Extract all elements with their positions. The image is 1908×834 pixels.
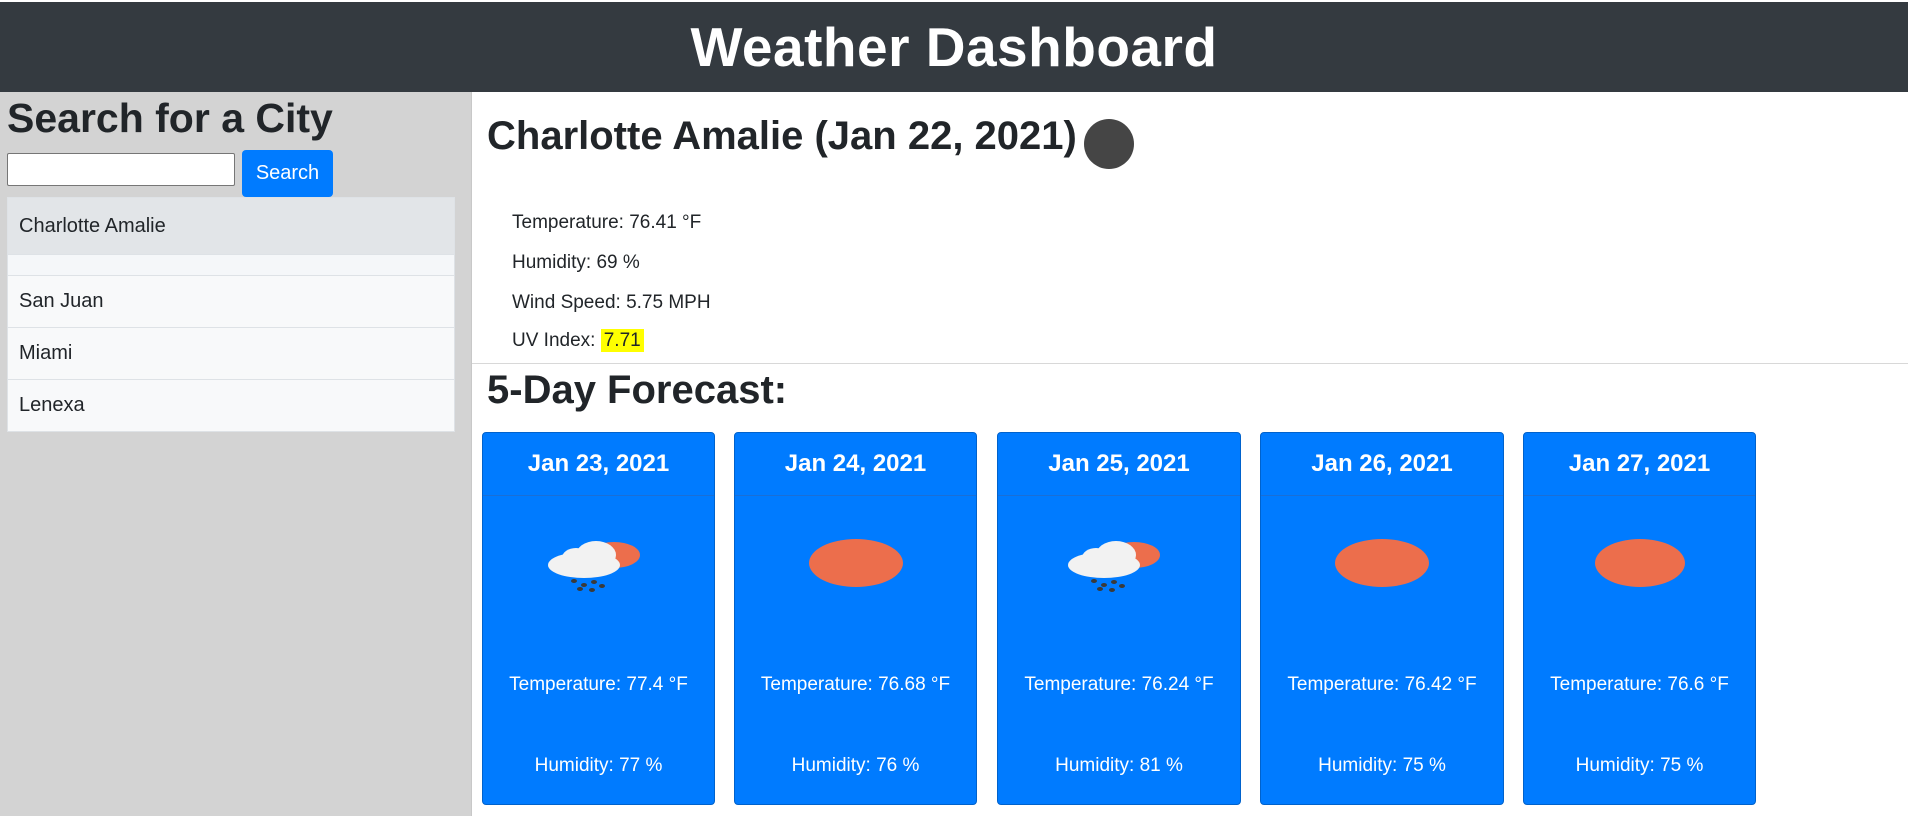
history-item-lenexa[interactable]: Lenexa [7, 379, 455, 432]
forecast-humidity: Humidity: 77 % [534, 755, 663, 776]
forecast-humidity: Humidity: 75 % [1318, 755, 1446, 776]
history-item-empty[interactable] [7, 254, 455, 276]
main-content: Charlotte Amalie (Jan 22, 2021) Temperat… [472, 92, 1908, 816]
weather-icon [1084, 119, 1134, 169]
forecast-temperature: Temperature: 76.42 °F [1287, 674, 1477, 695]
sun-icon [1335, 539, 1429, 587]
forecast-card: Jan 26, 2021 Temperature: 76.42 °F Humid… [1260, 432, 1504, 805]
forecast-temperature: Temperature: 76.24 °F [1024, 674, 1214, 695]
forecast-card: Jan 23, 2021 Temperature: 77.4 °F Humidi… [482, 432, 715, 805]
search-history-list: Charlotte Amalie San Juan Miami Lenexa [7, 197, 455, 432]
history-item-charlotte-amalie[interactable]: Charlotte Amalie [7, 197, 455, 255]
sun-icon [808, 539, 903, 587]
forecast-title: 5-Day Forecast: [487, 368, 788, 412]
page-title: Weather Dashboard [690, 16, 1218, 78]
forecast-temperature: Temperature: 77.4 °F [509, 674, 688, 695]
current-temperature: Temperature: 76.41 °F [512, 212, 702, 233]
uv-badge: 7.71 [600, 329, 644, 352]
forecast-card: Jan 25, 2021 Temperature: 76.24 °F Humid… [997, 432, 1241, 805]
forecast-humidity: Humidity: 76 % [791, 755, 920, 776]
forecast-date: Jan 27, 2021 [1524, 433, 1755, 496]
rain-cloud-sun-icon [1068, 541, 1160, 592]
forecast-temperature: Temperature: 76.6 °F [1550, 674, 1729, 695]
uv-label: UV Index: [512, 330, 601, 351]
sidebar: Search for a City Search Charlotte Amali… [0, 92, 472, 816]
forecast-temperature: Temperature: 76.68 °F [760, 674, 951, 695]
forecast-card: Jan 24, 2021 Temperature: 76.68 °F Humid… [734, 432, 977, 805]
forecast-date: Jan 25, 2021 [998, 433, 1240, 496]
forecast-humidity: Humidity: 75 % [1575, 755, 1704, 776]
history-item-san-juan[interactable]: San Juan [7, 275, 455, 328]
section-divider [472, 363, 1908, 364]
search-heading: Search for a City [7, 95, 333, 141]
forecast-date: Jan 24, 2021 [735, 433, 976, 496]
forecast-date: Jan 26, 2021 [1261, 433, 1503, 496]
page-header: Weather Dashboard [0, 2, 1908, 92]
forecast-card: Jan 27, 2021 Temperature: 76.6 °F Humidi… [1523, 432, 1756, 805]
current-wind-speed: Wind Speed: 5.75 MPH [512, 292, 711, 313]
search-button[interactable]: Search [242, 150, 333, 197]
current-uv-index: UV Index: 7.71 [512, 329, 644, 352]
forecast-humidity: Humidity: 81 % [1055, 755, 1183, 776]
current-humidity: Humidity: 69 % [512, 252, 640, 273]
history-item-miami[interactable]: Miami [7, 327, 455, 380]
forecast-date: Jan 23, 2021 [483, 433, 714, 496]
rain-cloud-sun-icon [547, 541, 640, 592]
sun-icon [1594, 539, 1685, 587]
search-input[interactable] [7, 153, 235, 186]
current-city-title: Charlotte Amalie (Jan 22, 2021) [487, 114, 1077, 158]
